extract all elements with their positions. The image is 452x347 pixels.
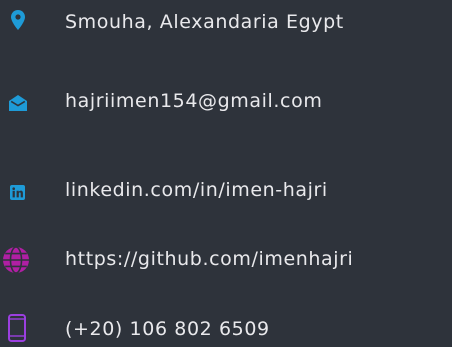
linkedin-icon — [0, 172, 34, 208]
location-text: Smouha, Alexandaria Egypt — [65, 11, 344, 33]
phone-number[interactable]: (+20) 106 802 6509 — [65, 311, 270, 347]
map-pin-icon — [0, 4, 34, 40]
github-link[interactable]: https://github.com/imenhajri — [65, 241, 353, 277]
mobile-phone-icon — [0, 311, 34, 347]
contact-list: Smouha, Alexandaria Egypt hajriimen154@g… — [0, 0, 452, 347]
contact-linkedin[interactable]: linkedin.com/in/imen-hajri — [0, 172, 452, 208]
contact-email[interactable]: hajriimen154@gmail.com — [0, 83, 452, 119]
envelope-open-icon — [0, 83, 34, 119]
contact-github[interactable]: https://github.com/imenhajri — [0, 241, 452, 277]
email-link[interactable]: hajriimen154@gmail.com — [65, 83, 322, 119]
contact-phone[interactable]: (+20) 106 802 6509 — [0, 311, 452, 347]
linkedin-link[interactable]: linkedin.com/in/imen-hajri — [65, 172, 328, 208]
contact-location: Smouha, Alexandaria Egypt — [0, 4, 452, 40]
globe-icon — [0, 241, 34, 277]
